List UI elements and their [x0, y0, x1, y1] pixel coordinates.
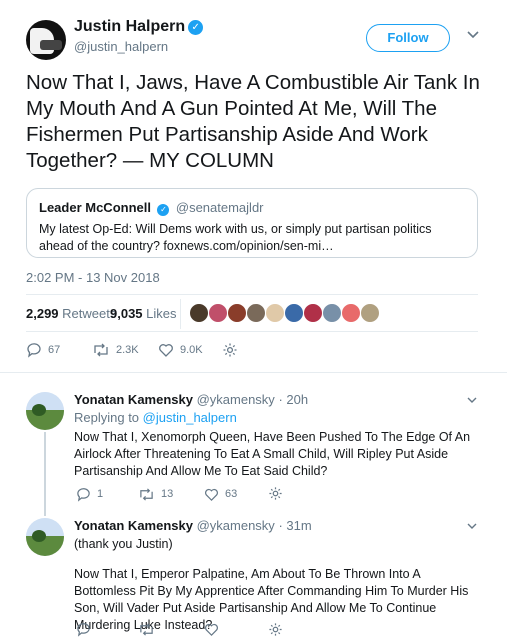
reply-count: 1 [97, 488, 104, 500]
reply-icon [77, 487, 90, 502]
author-avatar[interactable] [26, 20, 66, 60]
reply-button[interactable]: 1 [76, 486, 103, 502]
chevron-down-icon[interactable] [466, 394, 478, 406]
like-count: 63 [225, 488, 238, 500]
reply-author-name[interactable]: Yonatan Kamensky [74, 518, 193, 533]
reply-time[interactable]: · 31m [278, 518, 311, 533]
reply-tweet[interactable]: Yonatan Kamensky @ykamensky · 20h Replyi… [26, 392, 486, 512]
liker-avatar[interactable] [284, 303, 304, 323]
liker-avatar[interactable] [322, 303, 342, 323]
gear-icon [269, 487, 282, 500]
gear-icon [269, 623, 282, 636]
reply-author-avatar[interactable] [26, 518, 64, 556]
like-button[interactable]: 63 [204, 486, 237, 502]
quote-author-handle: @senatemajldr [175, 200, 264, 215]
like-button[interactable]: 9.0K [158, 342, 203, 358]
retweet-button[interactable]: 13 [138, 486, 173, 502]
liker-avatar[interactable] [189, 303, 209, 323]
verified-badge-icon: ✓ [157, 204, 170, 216]
reply-time[interactable]: · 20h [278, 392, 308, 407]
tweet-actions: 67 2.3K 9.0K [26, 342, 326, 362]
replying-to-handle[interactable]: @justin_halpern [143, 410, 237, 425]
chevron-down-icon[interactable] [466, 520, 478, 532]
author-name-block: Justin Halpern ✓ @justin_halpern [74, 18, 204, 54]
retweets-stat[interactable]: 2,299 Retweets [26, 306, 116, 321]
avatar-shape [32, 404, 46, 416]
tweet-stats: 2,299 Retweets 9,035 Likes [26, 294, 478, 332]
analytics-button[interactable] [222, 342, 244, 358]
reply-header: Yonatan Kamensky @ykamensky · 20h [74, 392, 308, 407]
retweet-button[interactable]: 2.3K [92, 342, 139, 358]
reply-button[interactable]: 67 [26, 342, 60, 358]
reply-icon [77, 623, 90, 637]
reply-tweet[interactable]: Yonatan Kamensky @ykamensky · 31m (thank… [26, 518, 486, 640]
liker-avatar[interactable] [341, 303, 361, 323]
likes-label: Likes [146, 306, 177, 321]
likes-stat[interactable]: 9,035 Likes [110, 306, 177, 321]
reply-count: 67 [48, 344, 61, 356]
thread-connector [44, 432, 46, 516]
replying-to: Replying to @justin_halpern [74, 410, 237, 425]
retweet-icon [140, 487, 153, 501]
retweets-label: Retweets [62, 306, 117, 321]
liker-avatar[interactable] [227, 303, 247, 323]
retweet-count: 13 [161, 488, 174, 500]
retweet-button[interactable] [138, 622, 161, 637]
liker-avatar[interactable] [360, 303, 380, 323]
replies-divider [0, 372, 507, 380]
author-display-name[interactable]: Justin Halpern [74, 18, 185, 36]
avatar-shape [40, 40, 62, 50]
reply-author-handle[interactable]: @ykamensky [197, 518, 275, 533]
quote-author-name: Leader McConnell [39, 200, 151, 215]
tweet-header: Justin Halpern ✓ @justin_halpern Follow [26, 14, 486, 62]
liker-avatar[interactable] [303, 303, 323, 323]
retweet-count: 2.3K [116, 344, 139, 356]
verified-badge-icon: ✓ [188, 20, 204, 35]
analytics-button[interactable] [268, 622, 289, 637]
reply-button[interactable] [76, 622, 97, 637]
follow-button[interactable]: Follow [366, 24, 450, 52]
reply-text-line: (thank you Justin) [74, 537, 173, 551]
quoted-tweet[interactable]: Leader McConnell ✓ @senatemajldr My late… [26, 188, 478, 258]
chevron-down-icon[interactable] [466, 28, 480, 42]
reply-icon [27, 343, 41, 358]
avatar-shape [32, 530, 46, 542]
heart-icon [159, 344, 173, 357]
liker-avatar[interactable] [246, 303, 266, 323]
retweet-icon [140, 623, 153, 636]
reply-author-name[interactable]: Yonatan Kamensky [74, 392, 193, 407]
reply-text: Now That I, Xenomorph Queen, Have Been P… [74, 430, 471, 478]
likes-count: 9,035 [110, 306, 143, 321]
tweet-timestamp[interactable]: 2:02 PM - 13 Nov 2018 [26, 270, 160, 285]
like-count: 9.0K [180, 344, 203, 356]
heart-icon [205, 623, 218, 636]
replying-prefix: Replying to [74, 410, 140, 425]
gear-icon [223, 343, 237, 357]
like-button[interactable] [204, 622, 225, 637]
reply-author-avatar[interactable] [26, 392, 64, 430]
liker-avatar[interactable] [208, 303, 228, 323]
heart-icon [205, 488, 218, 501]
retweet-icon [94, 343, 108, 357]
tweet-text: Now That I, Jaws, Have A Combustible Air… [26, 71, 480, 172]
quote-text: My latest Op-Ed: Will Dems work with us,… [39, 222, 432, 253]
reply-author-handle[interactable]: @ykamensky [197, 392, 275, 407]
reply-header: Yonatan Kamensky @ykamensky · 31m [74, 518, 312, 533]
author-handle[interactable]: @justin_halpern [74, 39, 203, 54]
analytics-button[interactable] [268, 486, 289, 501]
stats-divider [180, 299, 181, 329]
liker-avatar[interactable] [265, 303, 285, 323]
retweets-count: 2,299 [26, 306, 59, 321]
